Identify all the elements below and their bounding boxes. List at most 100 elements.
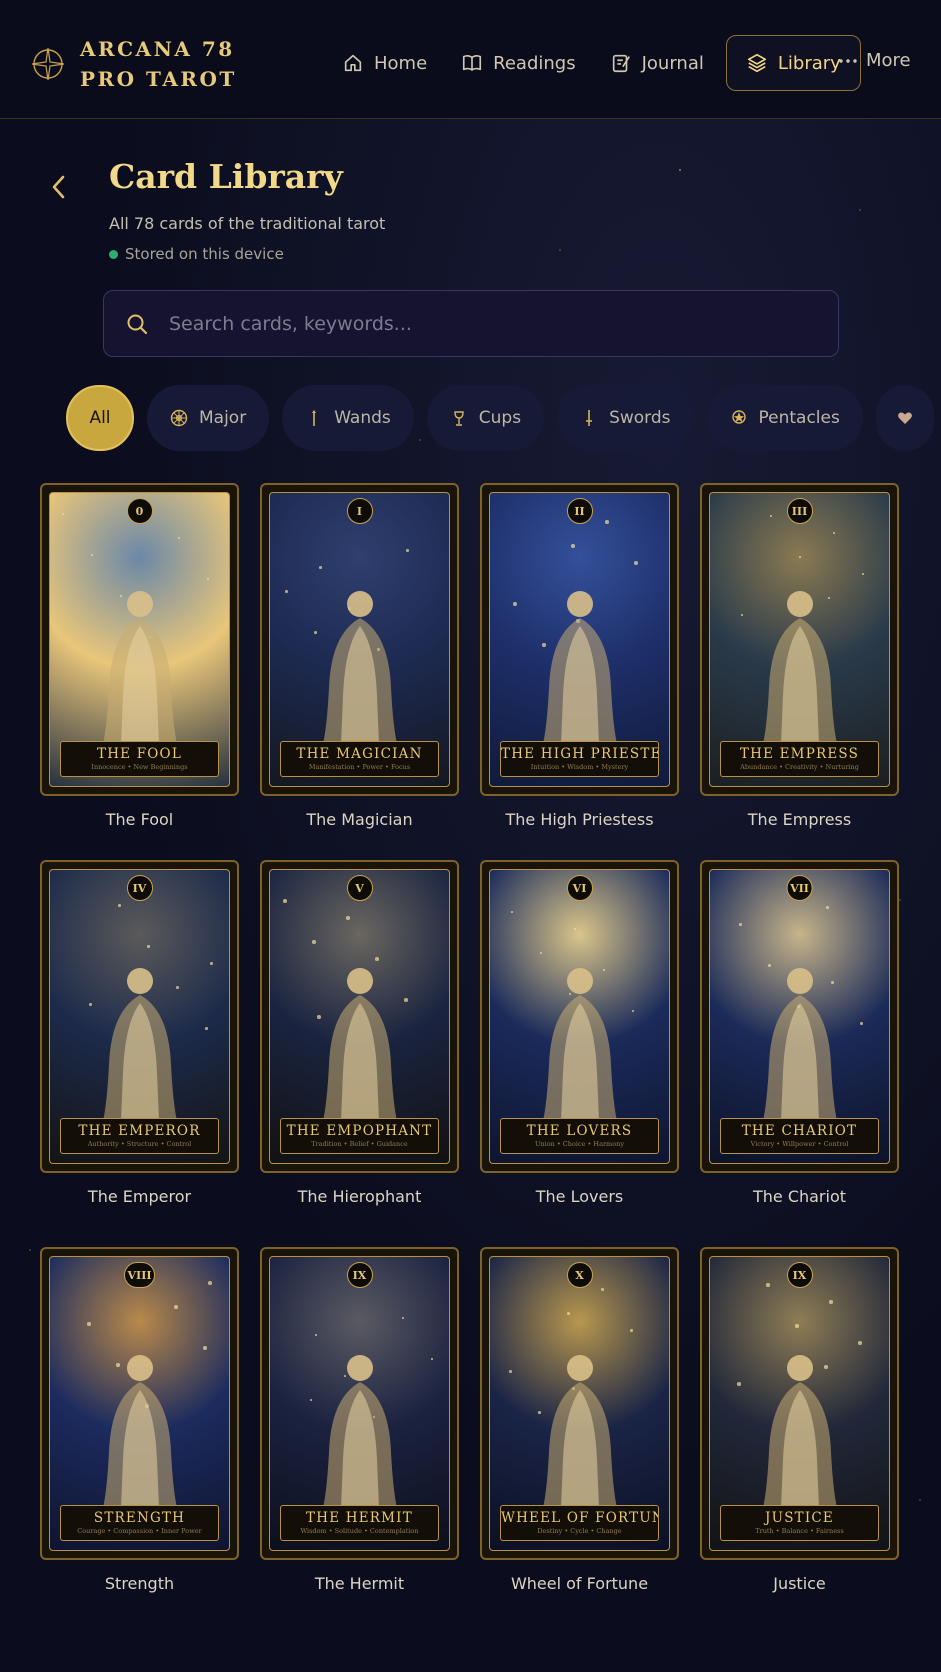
card-star-icon — [207, 578, 209, 580]
status-dot-icon — [109, 249, 118, 259]
tarot-card-the-hierophant[interactable]: V THE EMPOPHANT Tradition • Belief • Gui… — [260, 860, 459, 1206]
card-illustration: VII THE CHARIOT Victory • Willpower • Co… — [709, 869, 890, 1164]
filter-all[interactable]: All — [66, 385, 134, 451]
filter-wands[interactable]: Wands — [282, 385, 414, 451]
tarot-card-the-magician[interactable]: I THE MAGICIAN Manifestation • Power • F… — [260, 483, 459, 829]
nav-home[interactable]: Home — [330, 35, 439, 91]
card-figure-icon — [542, 591, 617, 744]
card-banner-title: THE HERMIT — [306, 1510, 413, 1526]
filter-all-label: All — [89, 408, 111, 428]
home-icon — [344, 54, 362, 72]
card-artwork: IX THE HERMIT Wisdom • Solitude • Contem… — [260, 1247, 459, 1560]
layers-icon — [747, 53, 766, 73]
page-subtitle: All 78 cards of the traditional tarot — [109, 214, 386, 233]
card-figure-icon — [762, 1355, 837, 1508]
nav-journal[interactable]: Journal — [598, 35, 716, 91]
card-caption: Strength — [104, 1574, 175, 1593]
card-star-icon — [87, 1322, 91, 1326]
tarot-card-the-lovers[interactable]: VI THE LOVERS Union • Choice • Harmony T… — [480, 860, 679, 1206]
nav-journal-label: Journal — [641, 52, 704, 74]
card-keywords: Victory • Willpower • Control — [750, 1140, 849, 1148]
tarot-card-strength[interactable]: VIII STRENGTH Courage • Compassion • Inn… — [40, 1247, 239, 1593]
card-artwork: VIII STRENGTH Courage • Compassion • Inn… — [40, 1247, 239, 1560]
card-star-icon — [315, 1334, 317, 1336]
heart-icon — [897, 412, 912, 424]
card-star-icon — [346, 916, 350, 920]
card-star-icon — [632, 1010, 634, 1012]
card-star-icon — [285, 590, 288, 593]
card-star-icon — [770, 515, 772, 517]
filter-swords[interactable]: Swords — [557, 385, 694, 451]
card-star-icon — [312, 940, 316, 944]
back-button[interactable] — [44, 170, 72, 204]
card-star-icon — [739, 923, 742, 926]
card-numeral: IX — [346, 1262, 373, 1288]
nav-more-label: More — [866, 50, 911, 71]
filter-cups[interactable]: Cups — [426, 385, 545, 451]
card-figure-icon — [542, 968, 617, 1121]
card-caption: The Emperor — [87, 1187, 192, 1206]
search-bar[interactable] — [103, 290, 839, 357]
tarot-card-the-hermit[interactable]: IX THE HERMIT Wisdom • Solitude • Contem… — [260, 1247, 459, 1593]
card-numeral: IX — [786, 1262, 813, 1288]
card-artwork: II THE HIGH PRIESTESS Intuition • Wisdom… — [480, 483, 679, 796]
card-numeral: VI — [566, 875, 593, 901]
card-star-icon — [571, 544, 575, 548]
wand-icon — [312, 410, 317, 426]
search-input[interactable] — [169, 312, 769, 335]
top-navigation-bar: ARCANA 78 PRO TAROT Home Readings Journa… — [0, 0, 941, 119]
card-star-icon — [118, 904, 121, 907]
card-numeral: VII — [786, 875, 813, 901]
tarot-card-the-emperor[interactable]: IV THE EMPEROR Authority • Structure • C… — [40, 860, 239, 1206]
tarot-card-the-high-priestess[interactable]: II THE HIGH PRIESTESS Intuition • Wisdom… — [480, 483, 679, 829]
card-star-icon — [862, 573, 864, 575]
card-star-icon — [509, 1370, 512, 1373]
card-figure-icon — [322, 968, 397, 1121]
card-keywords: Intuition • Wisdom • Mystery — [530, 763, 629, 771]
card-banner: JUSTICE Truth • Balance • Fairness — [720, 1505, 879, 1541]
card-figure-icon — [102, 1355, 177, 1508]
nav-more[interactable]: More — [838, 50, 911, 71]
card-keywords: Tradition • Belief • Guidance — [311, 1140, 408, 1148]
card-caption: The Hermit — [314, 1574, 405, 1593]
nav-library-label: Library — [777, 52, 841, 74]
card-banner-title: THE EMPRESS — [739, 746, 860, 762]
card-illustration: II THE HIGH PRIESTESS Intuition • Wisdom… — [489, 492, 670, 787]
card-star-icon — [829, 1300, 833, 1304]
card-numeral: VIII — [123, 1262, 156, 1288]
tarot-card-the-fool[interactable]: 0 THE FOOL Innocence • New Beginnings Th… — [40, 483, 239, 829]
card-figure-icon — [762, 968, 837, 1121]
card-keywords: Authority • Structure • Control — [87, 1140, 192, 1148]
card-caption: The Lovers — [535, 1187, 624, 1206]
card-caption: The Hierophant — [297, 1187, 422, 1206]
card-star-icon — [174, 1305, 178, 1309]
card-banner: STRENGTH Courage • Compassion • Inner Po… — [60, 1505, 219, 1541]
filter-major[interactable]: Major — [147, 385, 270, 451]
tarot-card-the-chariot[interactable]: VII THE CHARIOT Victory • Willpower • Co… — [700, 860, 899, 1206]
tarot-card-the-empress[interactable]: III THE EMPRESS Abundance • Creativity •… — [700, 483, 899, 829]
tarot-card-wheel-of-fortune[interactable]: X WHEEL OF FORTUNE Destiny • Cycle • Cha… — [480, 1247, 679, 1593]
card-star-icon — [89, 1003, 92, 1006]
card-figure-icon — [542, 1355, 617, 1508]
card-numeral: 0 — [126, 498, 153, 524]
card-artwork: I THE MAGICIAN Manifestation • Power • F… — [260, 483, 459, 796]
card-star-icon — [431, 1358, 433, 1360]
card-caption: The Chariot — [752, 1187, 847, 1206]
nav-readings[interactable]: Readings — [449, 35, 587, 91]
card-banner: WHEEL OF FORTUNE Destiny • Cycle • Chang… — [500, 1505, 659, 1541]
card-star-icon — [567, 1312, 570, 1315]
filter-favorites[interactable] — [875, 385, 934, 451]
card-artwork: V THE EMPOPHANT Tradition • Belief • Gui… — [260, 860, 459, 1173]
card-artwork: X WHEEL OF FORTUNE Destiny • Cycle • Cha… — [480, 1247, 679, 1560]
tarot-card-justice[interactable]: IX JUSTICE Truth • Balance • Fairness Ju… — [700, 1247, 899, 1593]
card-banner-title: THE LOVERS — [526, 1123, 633, 1139]
card-star-icon — [860, 1022, 863, 1025]
main-nav: Home Readings Journal Library — [330, 35, 871, 91]
filter-pentacles[interactable]: Pentacles — [706, 385, 863, 451]
card-illustration: IX JUSTICE Truth • Balance • Fairness — [709, 1256, 890, 1551]
card-banner-title: THE FOOL — [97, 746, 182, 762]
card-artwork: VII THE CHARIOT Victory • Willpower • Co… — [700, 860, 899, 1173]
card-keywords: Truth • Balance • Fairness — [755, 1527, 844, 1535]
card-star-icon — [574, 928, 576, 930]
brand[interactable]: ARCANA 78 PRO TAROT — [30, 34, 300, 94]
